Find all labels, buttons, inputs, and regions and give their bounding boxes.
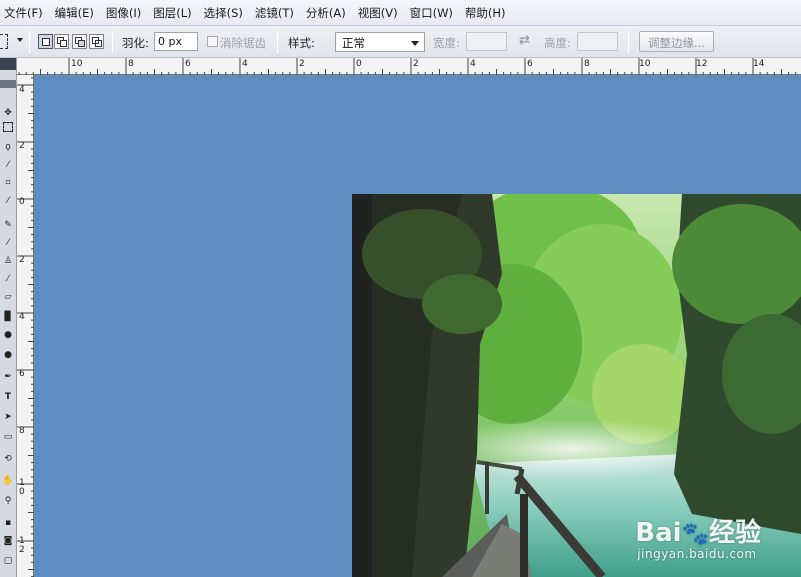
menu-view[interactable]: 视图(V) [353,5,405,21]
canvas-area[interactable]: Bai🐾经验 jingyan.baidu.com [35,76,801,577]
ruler-h-label: 2 [299,59,305,69]
watermark-logo-text: Bai [635,518,682,548]
menu-bar: 文件(F) 编辑(E) 图像(I) 图层(L) 选择(S) 滤镜(T) 分析(A… [0,0,801,26]
lasso-tool-icon[interactable]: ϙ [1,140,15,154]
shape-tool-icon[interactable]: ▭ [1,430,15,444]
menu-window[interactable]: 窗口(W) [405,5,460,21]
width-input[interactable] [466,32,507,51]
menu-help[interactable]: 帮助(H) [460,5,513,21]
height-label: 高度: [544,36,571,50]
ruler-v-label: 4 [19,85,25,95]
refine-edge-button[interactable]: 调整边缘... [639,31,714,52]
ruler-v-label: 0 [19,197,25,207]
ruler-h-label: 4 [470,59,476,69]
ruler-h-label: 10 [71,59,83,69]
separator [628,31,629,53]
hand-tool-icon[interactable]: ✋ [1,474,15,488]
feather-input[interactable]: 0 px [154,32,198,51]
ruler-h-label: 6 [185,59,191,69]
add-selection-icon[interactable] [54,34,69,49]
healing-brush-tool-icon[interactable]: ✎ [1,218,15,232]
swap-arrows-icon[interactable]: ⇄ [519,33,530,48]
marquee-tool-icon[interactable] [3,122,13,132]
ruler-h-label: 12 [696,59,708,69]
watermark-logo: Bai🐾经验 [635,512,761,549]
options-bar: 羽化: 0 px 消除锯齿 样式: 正常 宽度: ⇄ 高度: 调整边缘... [0,26,801,58]
paw-icon: 🐾 [681,522,709,547]
screen-mode-icon[interactable]: ▢ [1,554,15,568]
watermark-logo-suffix: 经验 [708,518,761,548]
baidu-jingyan-watermark: Bai🐾经验 jingyan.baidu.com [635,512,761,561]
ruler-h-label: 8 [584,59,590,69]
eraser-tool-icon[interactable]: ▱ [1,290,15,304]
brush-tool-icon[interactable]: ⁄ [1,236,15,250]
history-brush-tool-icon[interactable]: ⁄ [1,272,15,286]
menu-file[interactable]: 文件(F) [0,5,50,21]
crop-tool-icon[interactable]: ⌗ [1,176,15,190]
foreground-color-icon[interactable]: ▪ [1,516,15,530]
style-select[interactable]: 正常 [335,32,425,52]
ruler-v-label: 12 [19,536,25,555]
separator [277,31,278,53]
ruler-v-label: 4 [19,312,25,322]
intersect-selection-icon[interactable] [89,34,104,49]
new-selection-icon[interactable] [38,34,53,49]
type-tool-icon[interactable]: T [1,390,15,404]
zoom-tool-icon[interactable]: ⚲ [1,494,15,508]
clone-stamp-tool-icon[interactable]: ♙ [1,254,15,268]
preset-dropdown-icon[interactable] [17,38,23,42]
separator [29,31,30,53]
eyedropper-tool-icon[interactable]: ⁄ [1,194,15,208]
ruler-h-label: 8 [128,59,134,69]
ruler-h-label: 0 [356,59,362,69]
ruler-v-label: 10 [19,478,25,497]
separator [112,31,113,53]
chevron-down-icon [411,41,419,46]
menu-image[interactable]: 图像(I) [101,5,148,21]
horizontal-ruler[interactable]: 10 8 6 4 2 0 2 4 6 8 10 12 14 [17,58,801,75]
ruler-h-label: 2 [413,59,419,69]
gradient-tool-icon[interactable]: ▉ [1,310,15,324]
quick-mask-icon[interactable]: ◙ [1,534,15,548]
3d-rotate-tool-icon[interactable]: ⟲ [1,452,15,466]
ruler-v-label: 2 [19,255,25,265]
width-label: 宽度: [433,36,460,50]
dodge-tool-icon[interactable]: ● [1,348,15,362]
magic-wand-tool-icon[interactable]: ⁄ [1,158,15,172]
feather-label: 羽化: [122,36,149,50]
height-input[interactable] [577,32,618,51]
pen-tool-icon[interactable]: ✒ [1,370,15,384]
ruler-h-label: 14 [753,59,765,69]
blur-tool-icon[interactable]: ● [1,328,15,342]
marquee-preset-icon[interactable] [0,34,8,49]
ruler-h-label: 4 [242,59,248,69]
style-select-value: 正常 [342,36,365,50]
horizontal-ruler-ticks [18,58,797,75]
move-tool-icon[interactable]: ✥ [1,106,15,120]
menu-filter[interactable]: 滤镜(T) [250,5,301,21]
menu-layer[interactable]: 图层(L) [148,5,198,21]
ruler-h-label: 10 [639,59,651,69]
tools-panel-grip[interactable] [0,80,16,88]
ruler-h-label: 6 [527,59,533,69]
menu-analysis[interactable]: 分析(A) [301,5,353,21]
vertical-ruler[interactable]: 4 2 0 2 4 6 8 10 12 [17,75,34,577]
tools-panel-header[interactable] [0,58,16,70]
ruler-v-label: 8 [19,426,25,436]
ruler-v-label: 2 [19,141,25,151]
document-image[interactable]: Bai🐾经验 jingyan.baidu.com [352,194,801,577]
tools-panel: ✥ ϙ ⁄ ⌗ ⁄ ✎ ⁄ ♙ ⁄ ▱ ▉ ● ● ✒ T ➤ ▭ ⟲ ✋ ⚲ … [0,58,17,577]
menu-select[interactable]: 选择(S) [199,5,250,21]
style-label: 样式: [288,36,315,50]
subtract-selection-icon[interactable] [72,34,87,49]
antialias-checkbox[interactable] [207,36,218,47]
path-selection-tool-icon[interactable]: ➤ [1,410,15,424]
ruler-v-label: 6 [19,369,25,379]
menu-edit[interactable]: 编辑(E) [50,5,101,21]
antialias-label: 消除锯齿 [220,36,266,50]
watermark-url: jingyan.baidu.com [637,547,757,561]
